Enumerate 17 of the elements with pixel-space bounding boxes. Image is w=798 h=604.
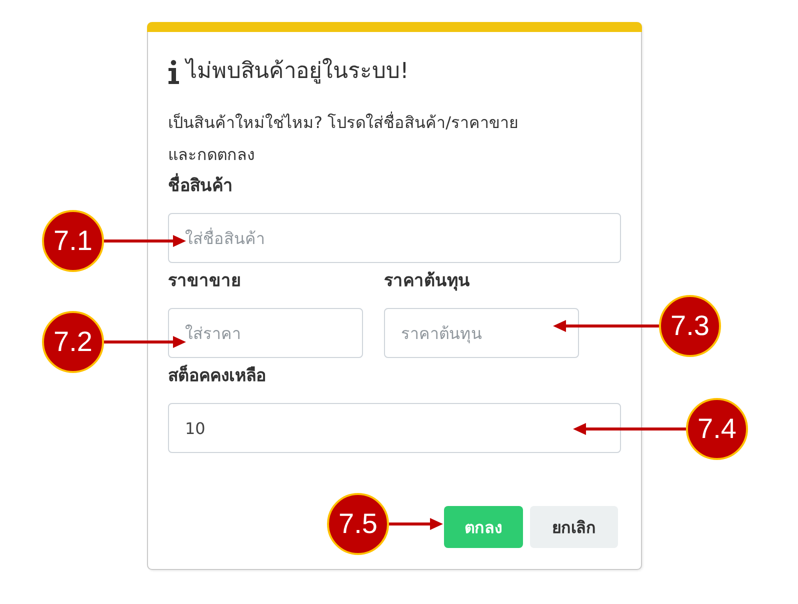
input-field[interactable]: 10 [168, 403, 621, 453]
input-field[interactable]: ราคาต้นทุน [384, 308, 579, 358]
field-label: ราขาขาย [168, 270, 242, 293]
step-marker: 7.4 [686, 398, 748, 460]
dialog-title: ไม่พบสินค้าอยู่ในระบบ! [186, 57, 409, 86]
step-marker: 7.3 [659, 295, 721, 357]
step-marker: 7.2 [42, 311, 104, 373]
info-icon [168, 60, 180, 84]
field-label: ชื่อสินค้า [168, 171, 621, 201]
cancel-button[interactable]: ยกเลิก [530, 506, 618, 548]
input-field[interactable]: ใส่ชื่อสินค้า [168, 213, 621, 263]
step-marker: 7.1 [42, 210, 104, 272]
input-field[interactable]: ใส่ราคา [168, 308, 363, 358]
dialog-message: เป็นสินค้าใหม่ใช่ไหม? โปรดใส่ชื่อสินค้า/ราคาขาย และกดตกลง [168, 110, 518, 166]
field-label: ราคาต้นทุน [384, 270, 471, 293]
pointer-arrow [389, 518, 443, 530]
field-label: สต็อคคงเหลือ [168, 364, 267, 388]
